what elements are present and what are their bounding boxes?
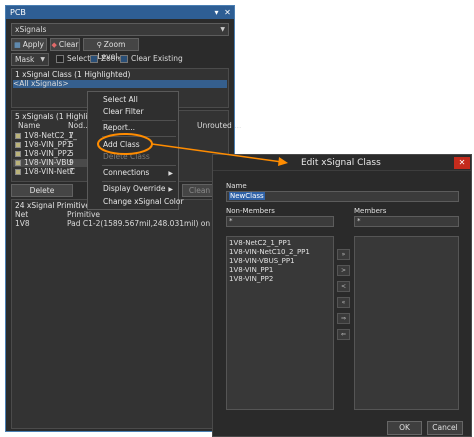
chevron-down-icon: ▼ [40,56,45,63]
select-label: Select [67,54,91,63]
chevron-right-icon: ▶ [168,170,173,177]
color-swatch [15,151,21,157]
close-icon[interactable]: ✕ [454,157,470,169]
column-header-unrouted[interactable]: Unrouted ... [197,122,241,130]
move-left-button[interactable]: < [337,281,350,292]
move-selected-left-button[interactable]: ⇐ [337,329,350,340]
menu-item-report[interactable]: Report... [103,123,135,133]
color-swatch [15,160,21,166]
table-row[interactable]: 1V8-VIN_PP2 5 [13,150,93,158]
apply-icon: ▦ [14,41,21,49]
move-right-button[interactable]: > [337,265,350,276]
list-item[interactable]: 1V8-VIN_PP1 [229,266,273,274]
menu-item-clear-filter[interactable]: Clear Filter [103,107,144,117]
object-type-value: xSignals [15,25,47,34]
menu-item-select-all[interactable]: Select All [103,95,138,105]
close-icon[interactable]: ✕ [223,8,232,17]
class-name-value: NewClass [229,192,265,200]
chevron-down-icon: ▼ [220,26,225,33]
list-item[interactable]: 1V8-VIN-VBUS_PP1 [229,257,295,265]
menu-item-change-color[interactable]: Change xSignal Color [103,197,184,207]
chevron-right-icon: ▶ [168,186,173,193]
ok-button[interactable]: OK [387,421,422,435]
select-checkbox[interactable] [56,55,64,63]
column-header-primitive[interactable]: Primitive [67,211,100,219]
class-name-field[interactable]: NewClass [226,191,459,202]
primitive-net[interactable]: 1V8 [15,220,30,228]
members-list[interactable] [354,236,459,410]
column-header-name[interactable]: Name [18,122,40,130]
color-swatch [15,169,21,175]
non-members-list[interactable]: 1V8-NetC2_1_PP1 1V8-VIN-NetC10_2_PP1 1V8… [226,236,334,410]
list-item[interactable]: 1V8-NetC2_1_PP1 [229,239,291,247]
non-members-label: Non-Members [226,207,275,215]
panel-title-bar[interactable]: PCB [6,6,234,19]
menu-separator [102,136,176,137]
move-all-right-button[interactable]: » [337,249,350,260]
dialog-title: Edit xSignal Class [301,158,381,168]
color-swatch [15,142,21,148]
menu-separator [102,165,176,166]
table-row[interactable]: 1V8-VIN_PP1 5 [13,141,93,149]
members-filter[interactable]: * [354,216,459,227]
menu-item-display-override[interactable]: Display Override [103,184,165,194]
menu-item-connections[interactable]: Connections [103,168,149,178]
table-row[interactable]: 1V8-NetC2_1_ 7 [13,132,93,140]
dialog-title-bar[interactable]: Edit xSignal Class [213,155,471,171]
primitives-list[interactable]: 24 xSignal Primitives (0 Hig Net Primiti… [11,199,263,429]
move-all-left-button[interactable]: « [337,297,350,308]
table-row[interactable]: 1V8-VIN-NetC 7 [13,168,93,176]
eraser-icon: ◆ [51,41,57,49]
pin-icon[interactable]: ▾ [212,8,221,17]
context-menu: Select All Clear Filter Report... Add Cl… [87,91,184,210]
non-members-filter[interactable]: * [226,216,334,227]
mode-combo[interactable]: Mask ▼ [11,53,49,66]
pcb-panel: PCB ▾ ✕ xSignals ▼ ▦ Apply ◆ Clear ⚲ Zoom L… [5,5,263,432]
panel-title: PCB [10,8,26,17]
zoom-icon: ⚲ [96,41,102,49]
cancel-button[interactable]: Cancel [427,421,463,435]
list-item[interactable]: <All xSignals> [13,80,227,88]
zoom-level-button[interactable]: ⚲ Zoom Level... [83,38,139,61]
name-label: Name [226,182,247,190]
mode-value: Mask [15,55,35,64]
apply-button[interactable]: ▦ Apply [11,38,47,51]
menu-item-delete-class[interactable]: Delete Class [103,152,150,162]
move-selected-right-button[interactable]: ⇒ [337,313,350,324]
delete-button[interactable]: Delete [11,184,73,197]
clear-existing-label: Clear Existing [131,54,183,63]
menu-item-add-class[interactable]: Add Class [103,140,140,150]
members-label: Members [354,207,387,215]
menu-separator [102,181,176,182]
table-row-selected[interactable]: 1V8-VIN-VBU 9 [13,159,93,167]
list-item[interactable]: 1V8-VIN_PP2 [229,275,273,283]
list-item[interactable]: 1V8-VIN-NetC10_2_PP1 [229,248,310,256]
clear-existing-checkbox[interactable] [120,55,128,63]
clear-button[interactable]: ◆ Clear [50,38,80,51]
column-header-net[interactable]: Net [15,211,28,219]
edit-xsignal-class-dialog: Edit xSignal Class ✕ Name NewClass Non-M… [212,154,472,437]
zoom-checkbox[interactable] [90,55,98,63]
object-type-combo[interactable]: xSignals ▼ [11,23,229,36]
color-swatch [15,133,21,139]
menu-separator [102,120,176,121]
